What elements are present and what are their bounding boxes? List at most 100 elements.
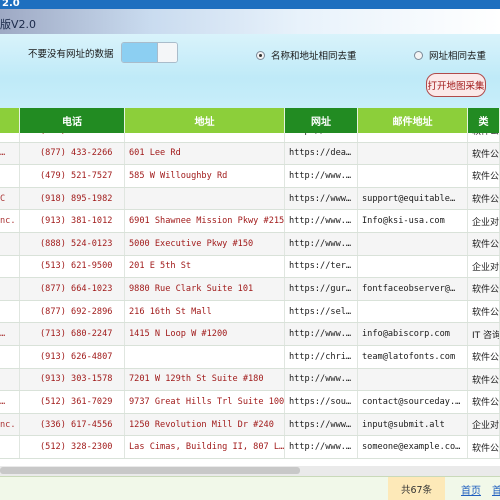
radio-dedupe-url-label: 网址相同去重 [429, 51, 487, 62]
phone-cell: (513) 621-9500 [20, 255, 125, 278]
phone-cell: (336) 617-4556 [20, 413, 125, 436]
address-cell [125, 187, 285, 210]
radio-dedupe-url[interactable]: 网址相同去重 [414, 48, 486, 62]
phone-cell: (888) 524-0123 [20, 232, 125, 255]
address-cell: 9737 Great Hills Trl Suite 100 [125, 391, 285, 413]
name-cell [0, 345, 20, 368]
name-cell [0, 436, 20, 458]
radio-selected-icon[interactable] [256, 50, 265, 60]
radio-dedupe-name-address[interactable]: 名称和地址相同去重 [256, 48, 357, 62]
url-cell[interactable]: https://dea… [285, 142, 358, 165]
phone-cell: (512) 328-2300 [20, 436, 125, 458]
table-row[interactable]: … (713) 680-2247 1415 N Loop W #1200 http:/… [0, 323, 500, 346]
table-row[interactable]: … (877) 433-2266 601 Lee Rd https://dea… 软件公 [0, 142, 500, 166]
url-cell[interactable]: https://sel… [285, 300, 358, 323]
address-cell: 7201 W 129th St Suite #180 [125, 368, 285, 391]
prev-page-link[interactable]: 首 [492, 482, 500, 497]
email-cell: team@latofonts.com [358, 345, 468, 368]
table-row[interactable]: (877) 664-1023 9880 Rue Clark Suite 101 ht… [0, 278, 500, 301]
name-cell [0, 300, 20, 323]
url-cell[interactable]: https://www… [285, 413, 358, 436]
phone-cell: (877) 692-2896 [20, 300, 125, 323]
scrollbar-thumb[interactable] [0, 467, 300, 474]
address-cell: Las Cimas, Building II, 807 L… [125, 436, 285, 458]
name-cell: nc. [0, 413, 20, 436]
name-cell: C [0, 187, 20, 210]
header-email-column[interactable]: 邮件地址 [358, 108, 468, 133]
results-table-body[interactable]: (918) 619-978420 E Archer Sthttp://www.软… [0, 120, 500, 466]
email-cell: someone@example.co… [358, 436, 468, 458]
category-cell: 软件公 [468, 345, 500, 368]
header-url-column[interactable]: 网址 [285, 108, 358, 133]
table-row[interactable]: (513) 621-9500 201 E 5th St https://ter… 企业… [0, 255, 500, 279]
email-cell [358, 300, 468, 323]
open-map-collect-button[interactable]: 打开地图采集 [426, 73, 486, 97]
url-cell[interactable]: http://chri… [285, 345, 358, 368]
address-cell: 601 Lee Rd [125, 142, 285, 165]
name-cell: nc. [0, 210, 20, 232]
name-cell [0, 165, 20, 187]
url-cell[interactable]: https://sou… [285, 391, 358, 413]
address-cell: 216 16th St Mall [125, 300, 285, 323]
address-cell: 6901 Shawnee Mission Pkwy #215 [125, 210, 285, 232]
name-cell: … [0, 142, 20, 165]
url-cell[interactable]: https://www… [285, 187, 358, 210]
table-row[interactable]: (888) 524-0123 5000 Executive Pkwy #150 ht… [0, 232, 500, 256]
address-cell: 5000 Executive Pkwy #150 [125, 232, 285, 255]
category-cell: 软件公 [468, 436, 500, 458]
url-cell[interactable]: http://www.… [285, 436, 358, 458]
email-cell [358, 142, 468, 165]
header-phone-column[interactable]: 电话 [20, 108, 125, 133]
email-cell: support@equitable… [358, 187, 468, 210]
category-cell: 软件公 [468, 232, 500, 255]
url-cell[interactable]: https://gur… [285, 278, 358, 300]
header-name-column[interactable] [0, 108, 20, 133]
address-cell: 585 W Willoughby Rd [125, 165, 285, 187]
first-page-link[interactable]: 首页 [461, 482, 481, 497]
table-row[interactable]: (913) 626-4807 http://chri… team@latofonts… [0, 345, 500, 369]
url-cell[interactable]: http://www.… [285, 165, 358, 187]
top-band: 2.0 [0, 0, 500, 9]
phone-cell: (918) 895-1982 [20, 187, 125, 210]
header-address-column[interactable]: 地址 [125, 108, 285, 133]
email-cell: input@submit.alt [358, 413, 468, 436]
toggle-knob[interactable] [157, 43, 177, 62]
category-cell: 软件公 [468, 391, 500, 413]
url-cell[interactable]: http://www.… [285, 232, 358, 255]
name-cell [0, 232, 20, 255]
record-count: 共67条 [388, 477, 445, 500]
email-cell [358, 368, 468, 391]
phone-cell: (913) 303-1578 [20, 368, 125, 391]
horizontal-scrollbar[interactable] [0, 466, 500, 476]
phone-cell: (713) 680-2247 [20, 323, 125, 345]
email-cell: info@abiscorp.com [358, 323, 468, 345]
table-row[interactable]: nc. (336) 617-4556 1250 Revolution Mill Dr… [0, 413, 500, 437]
version-text: 2.0 [2, 0, 20, 9]
toggle-fill [122, 43, 157, 62]
table-row[interactable]: (479) 521-7527 585 W Willoughby Rd http://… [0, 165, 500, 188]
url-cell[interactable]: http://www.… [285, 210, 358, 232]
radio-unselected-icon[interactable] [414, 50, 423, 60]
table-row[interactable]: nc. (913) 381-1012 6901 Shawnee Mission Pk… [0, 210, 500, 233]
table-row[interactable]: C (918) 895-1982 https://www… support@equit… [0, 187, 500, 211]
url-cell[interactable]: http://www.… [285, 368, 358, 391]
table-row[interactable]: (512) 328-2300 Las Cimas, Building II, 80… [0, 436, 500, 459]
category-cell: 企业对 [468, 210, 500, 232]
phone-cell: (479) 521-7527 [20, 165, 125, 187]
header-category-column[interactable]: 类 [468, 108, 500, 133]
url-cell[interactable]: http://www.… [285, 323, 358, 345]
phone-cell: (913) 381-1012 [20, 210, 125, 232]
address-cell: 1250 Revolution Mill Dr #240 [125, 413, 285, 436]
pagination-footer: 共67条 首页 首 [0, 476, 500, 500]
name-cell [0, 368, 20, 391]
category-cell: 软件公 [468, 142, 500, 165]
table-row[interactable]: (913) 303-1578 7201 W 129th St Suite #180… [0, 368, 500, 392]
category-cell: 企业对 [468, 255, 500, 278]
window-title: 版V2.0 [0, 18, 37, 31]
category-cell: IT 咨询 [468, 323, 500, 345]
table-row[interactable]: … (512) 361-7029 9737 Great Hills Trl Suit… [0, 391, 500, 414]
name-cell: … [0, 323, 20, 345]
url-cell[interactable]: https://ter… [285, 255, 358, 278]
no-url-filter-toggle[interactable] [121, 42, 178, 63]
table-row[interactable]: (877) 692-2896 216 16th St Mall https://se… [0, 300, 500, 324]
